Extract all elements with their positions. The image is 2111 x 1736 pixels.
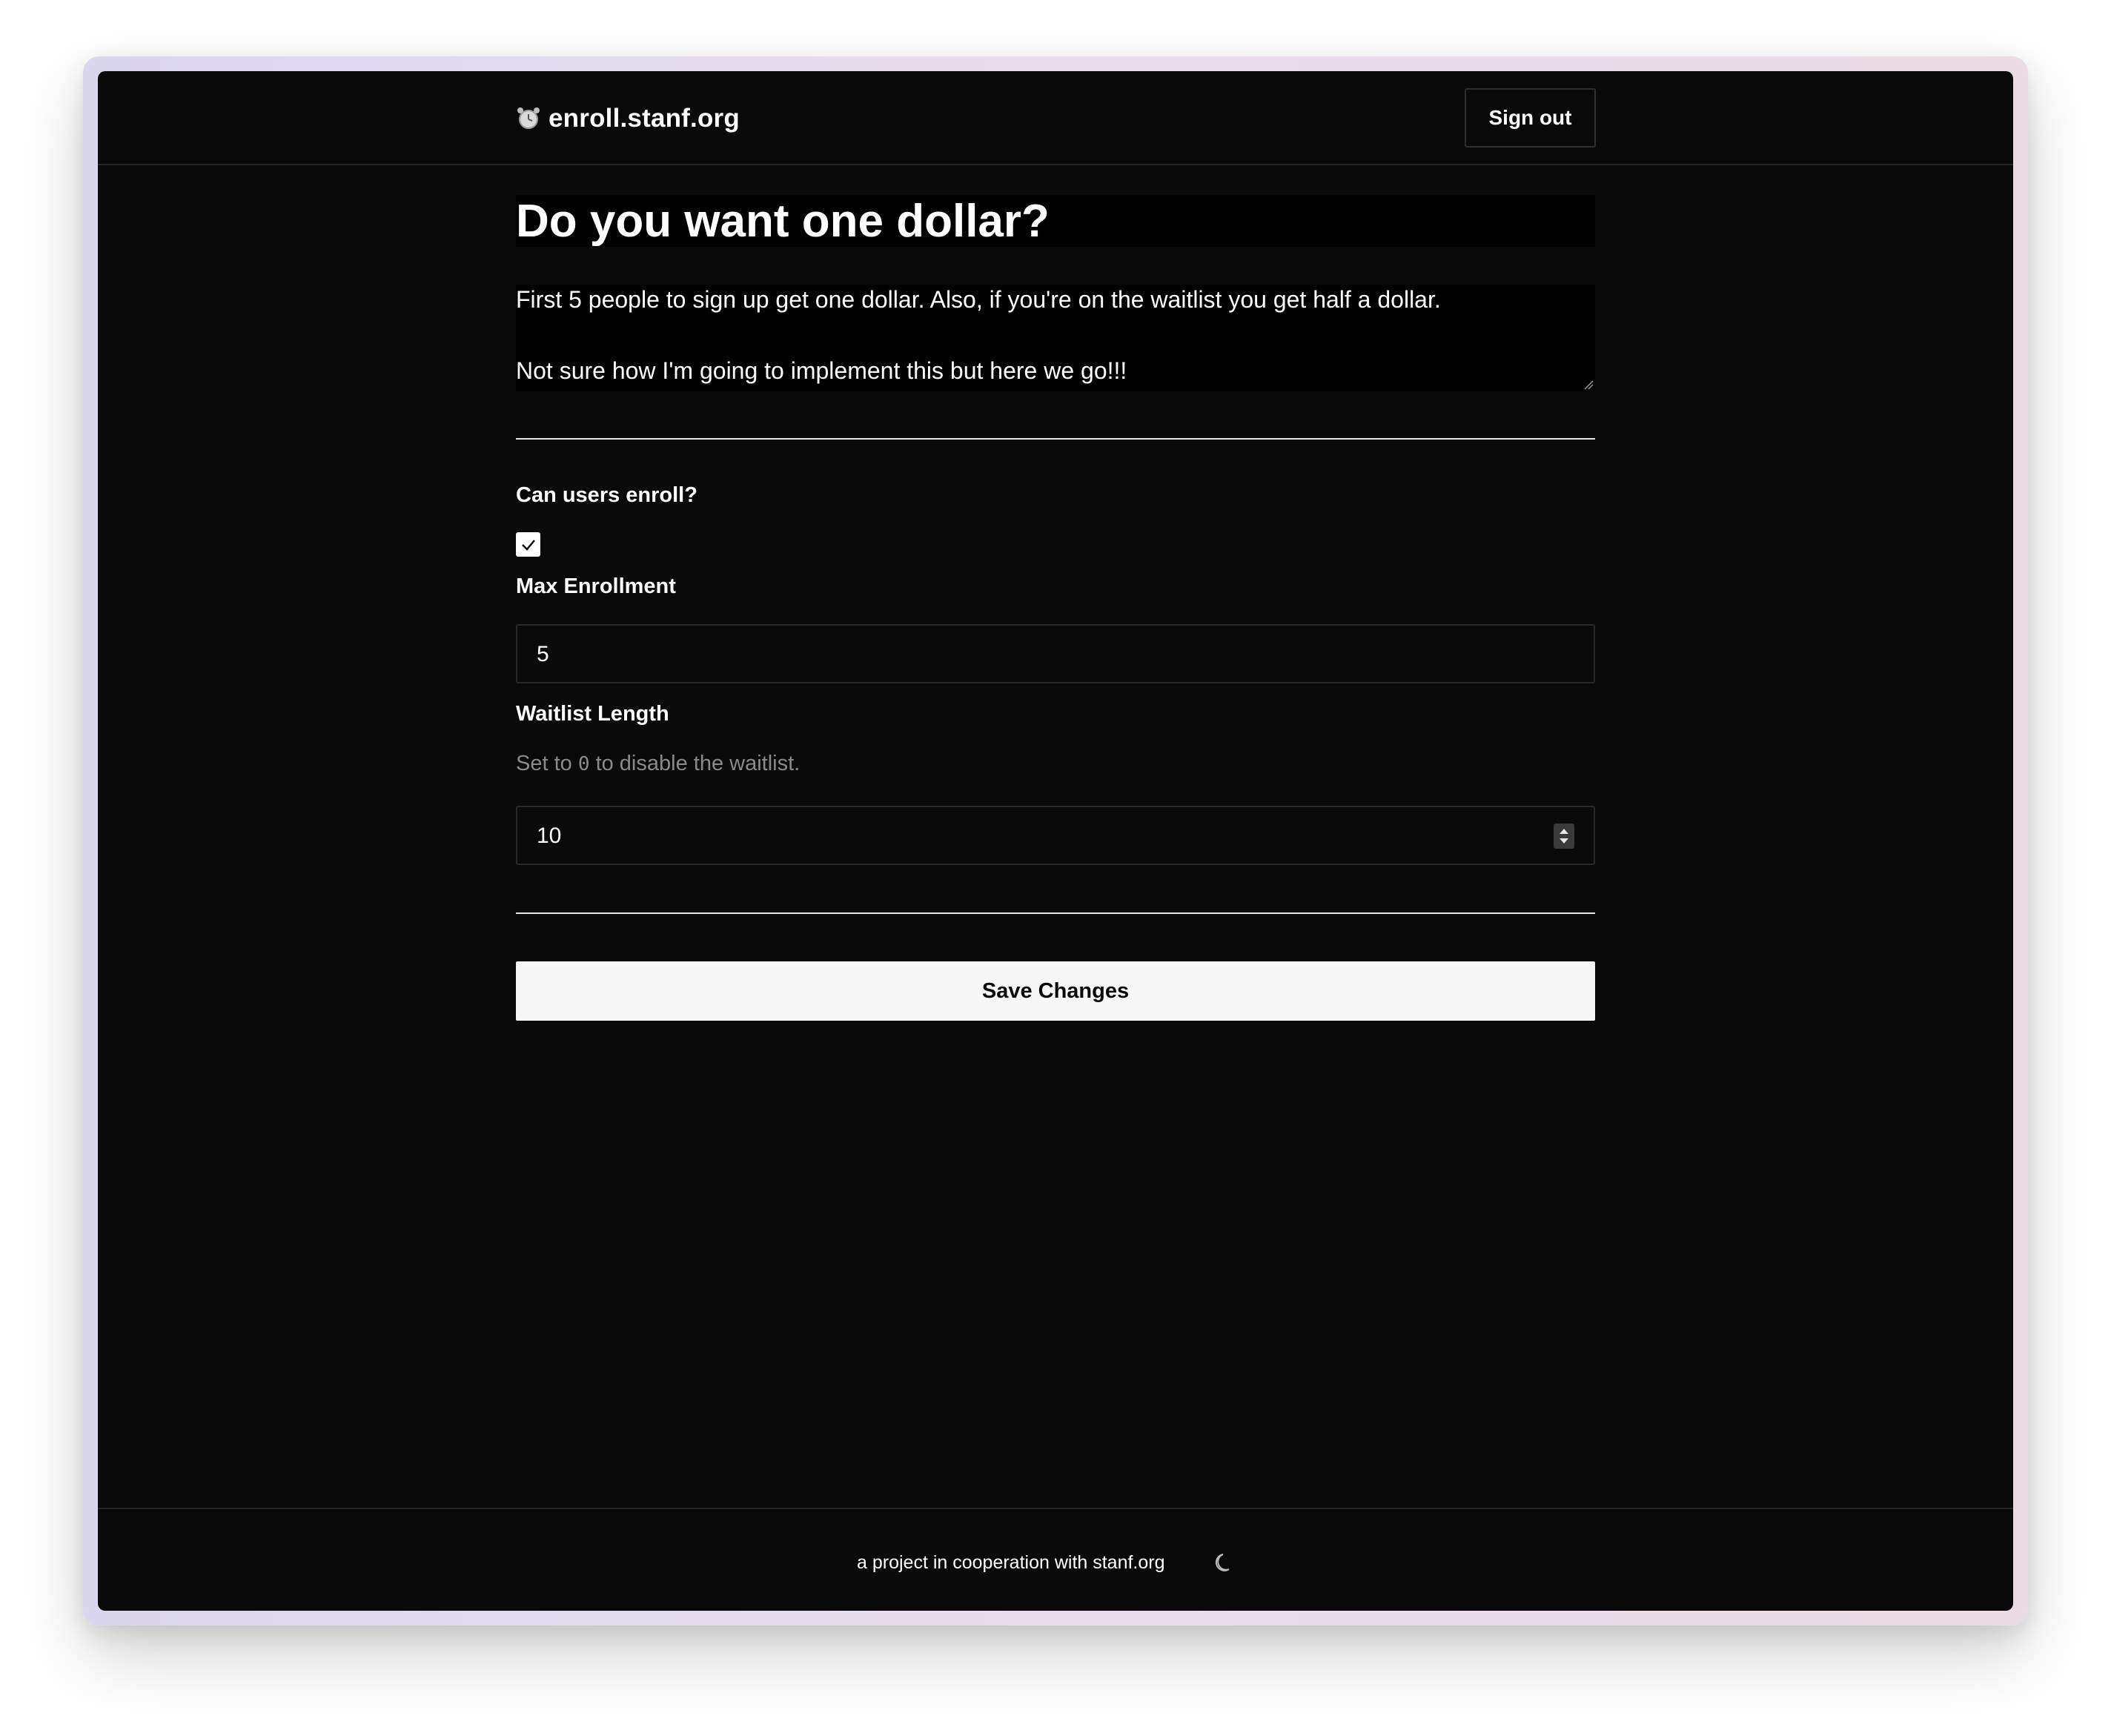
waitlist-hint-prefix: Set to bbox=[516, 752, 572, 775]
waitlist-length-label: Waitlist Length bbox=[516, 702, 669, 726]
max-enrollment-label: Max Enrollment bbox=[516, 574, 676, 598]
site-header: enroll.stanf.org Sign out bbox=[98, 71, 2013, 165]
number-stepper[interactable] bbox=[1554, 824, 1574, 849]
browser-window: enroll.stanf.org Sign out Do you want on… bbox=[98, 71, 2013, 1611]
enroll-checkbox[interactable] bbox=[516, 532, 540, 557]
title-input[interactable]: Do you want one dollar? bbox=[516, 195, 1595, 247]
brand-name: enroll.stanf.org bbox=[549, 104, 740, 133]
waitlist-hint-suffix: to disable the waitlist. bbox=[595, 752, 801, 775]
waitlist-length-value: 10 bbox=[537, 824, 562, 848]
description-line: First 5 people to sign up get one dollar… bbox=[516, 286, 1441, 313]
enroll-label: Can users enroll? bbox=[516, 483, 697, 507]
section-divider bbox=[516, 912, 1595, 914]
moon-icon[interactable] bbox=[1213, 1549, 1238, 1574]
sign-out-button[interactable]: Sign out bbox=[1465, 88, 1596, 148]
stepper-arrows-icon bbox=[1560, 829, 1568, 844]
description-textarea[interactable]: First 5 people to sign up get one dollar… bbox=[516, 285, 1595, 391]
site-footer: a project in cooperation with stanf.org bbox=[98, 1508, 2013, 1611]
brand-link[interactable]: enroll.stanf.org bbox=[516, 101, 740, 136]
waitlist-length-input[interactable]: 10 bbox=[516, 806, 1595, 865]
max-enrollment-value: 5 bbox=[537, 642, 549, 666]
save-changes-button[interactable]: Save Changes bbox=[516, 961, 1595, 1021]
waitlist-hint: Set to 0 to disable the waitlist. bbox=[516, 752, 1595, 776]
max-enrollment-input[interactable]: 5 bbox=[516, 624, 1595, 683]
description-line: Not sure how I'm going to implement this… bbox=[516, 357, 1127, 384]
alarm-clock-icon bbox=[517, 107, 540, 129]
resize-handle-icon[interactable] bbox=[1583, 380, 1594, 390]
footer-text: a project in cooperation with stanf.org bbox=[857, 1552, 1165, 1573]
section-divider bbox=[516, 438, 1595, 440]
checkmark-icon bbox=[521, 539, 535, 551]
page-title: Do you want one dollar? bbox=[516, 195, 1050, 247]
waitlist-hint-code: 0 bbox=[577, 753, 590, 775]
